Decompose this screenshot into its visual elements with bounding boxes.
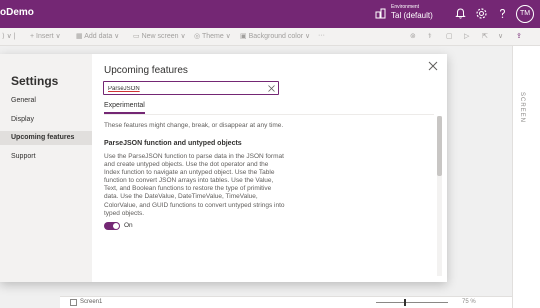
add-data-label: Add data <box>84 33 113 40</box>
command-bar: ⟩ ∨ | + Insert ∨ ▦ Add data ∨ ▭ New scre… <box>0 28 540 46</box>
feature-toggle[interactable] <box>104 222 120 230</box>
help-icon[interactable] <box>496 7 509 20</box>
clear-search-icon[interactable] <box>268 85 275 92</box>
new-screen-label: New screen <box>141 33 179 40</box>
add-data-button[interactable]: ▦ Add data ∨ <box>76 32 119 40</box>
avatar[interactable]: TM <box>516 5 534 23</box>
tab-divider <box>104 114 434 115</box>
settings-dialog: Settings General Display Upcoming featur… <box>0 54 447 282</box>
app-header: oDemo Environment Tal (default) TM <box>0 0 540 28</box>
theme-label: Theme <box>201 33 224 40</box>
dialog-scrollbar-thumb[interactable] <box>437 116 442 176</box>
insert-label: Insert <box>36 33 54 40</box>
publish-icon[interactable]: ⇪ <box>516 32 522 40</box>
dialog-scrollbar[interactable] <box>437 116 442 276</box>
search-box <box>103 81 279 95</box>
new-screen-button[interactable]: ▭ New screen ∨ <box>133 32 186 40</box>
properties-pane <box>512 46 540 308</box>
more-button[interactable]: ··· <box>318 32 325 39</box>
app-title: oDemo <box>0 7 34 18</box>
undo-icon[interactable]: ⟩ ∨ | <box>2 32 16 40</box>
search-input[interactable] <box>108 84 258 93</box>
close-icon[interactable] <box>428 61 438 71</box>
play-icon[interactable]: ▷ <box>464 32 469 40</box>
insert-button[interactable]: + Insert ∨ <box>30 32 61 40</box>
zoom-level: 75 % <box>462 299 476 305</box>
background-color-label: Background color <box>248 33 304 40</box>
toggle-label: On <box>124 222 133 229</box>
nav-item-upcoming-features[interactable]: Upcoming features <box>0 131 92 145</box>
feature-title: ParseJSON function and untyped objects <box>104 140 242 147</box>
toggle-knob <box>113 223 119 229</box>
stethoscope-icon[interactable]: ⚕ <box>428 32 432 40</box>
tab-experimental[interactable]: Experimental <box>104 102 145 114</box>
nav-item-general[interactable]: General <box>0 94 92 108</box>
screen-selector-label[interactable]: Screen1 <box>80 299 102 305</box>
app-checker-icon[interactable]: ⊚ <box>410 32 416 40</box>
nav-item-support[interactable]: Support <box>0 150 92 164</box>
environment-icon[interactable] <box>374 7 387 20</box>
share-icon[interactable]: ⇱ <box>482 32 488 40</box>
environment-label: Environment <box>391 4 420 10</box>
nav-item-display[interactable]: Display <box>0 113 92 127</box>
comment-icon[interactable]: ▢ <box>446 32 453 40</box>
screen-selector-checkbox[interactable] <box>70 299 77 306</box>
experimental-hint: These features might change, break, or d… <box>104 122 284 129</box>
zoom-slider-thumb[interactable] <box>404 299 406 306</box>
screen-pane-label: SCREEN <box>519 92 525 124</box>
feature-description: Use the ParseJSON function to parse data… <box>104 153 285 217</box>
background-color-button[interactable]: ▣ Background color ∨ <box>240 32 310 40</box>
gear-icon[interactable] <box>475 7 488 20</box>
settings-sidebar: Settings General Display Upcoming featur… <box>0 54 92 282</box>
page-title: Upcoming features <box>104 65 188 76</box>
avatar-initials: TM <box>519 10 531 17</box>
zoom-slider[interactable] <box>376 302 448 303</box>
save-chevron-icon[interactable]: ∨ <box>498 32 503 40</box>
theme-button[interactable]: ◎ Theme ∨ <box>194 32 231 40</box>
bell-icon[interactable] <box>454 7 467 20</box>
settings-title: Settings <box>11 74 59 88</box>
environment-name[interactable]: Tal (default) <box>391 11 433 21</box>
